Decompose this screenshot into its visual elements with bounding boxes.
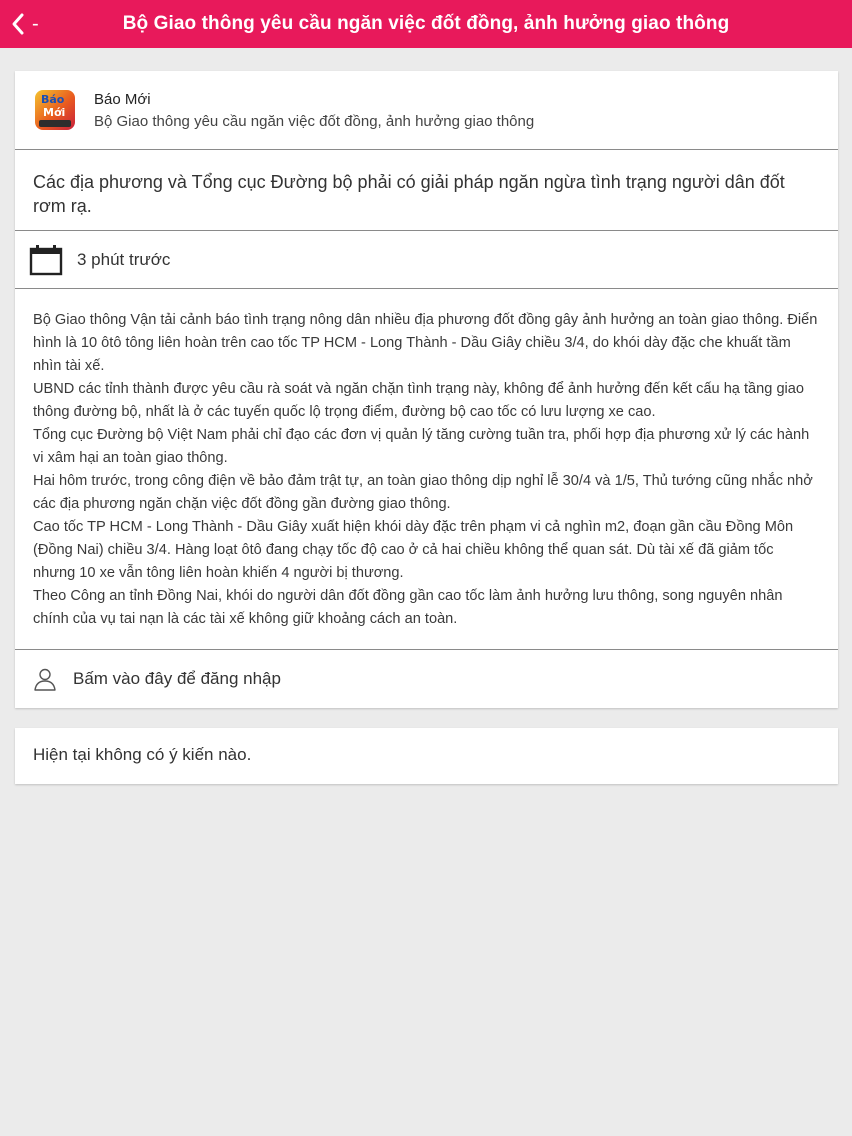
login-button[interactable]: Bấm vào đây để đăng nhập <box>15 650 838 708</box>
logo-line-2: Mới <box>43 106 66 119</box>
user-icon <box>33 667 57 691</box>
back-button[interactable]: - <box>10 8 39 40</box>
article-body: Bộ Giao thông Vận tải cảnh báo tình trạn… <box>15 289 838 650</box>
paragraph: Tổng cục Đường bộ Việt Nam phải chỉ đạo … <box>33 427 810 466</box>
paragraph: Hai hôm trước, trong công điện về bảo đả… <box>33 473 813 512</box>
no-comments-text: Hiện tại không có ý kiến nào. <box>33 745 252 764</box>
paragraph: Bộ Giao thông Vận tải cảnh báo tình trạn… <box>33 312 818 374</box>
time-row: 3 phút trước <box>15 231 838 289</box>
source-row[interactable]: Báo Mới Báo Mới Bộ Giao thông yêu cầu ng… <box>15 71 838 150</box>
comments-card: Hiện tại không có ý kiến nào. <box>15 728 838 784</box>
logo-line-1: Báo <box>41 93 65 106</box>
source-headline: Bộ Giao thông yêu cầu ngăn việc đốt đồng… <box>94 112 535 130</box>
calendar-icon <box>29 244 63 276</box>
bao-moi-logo: Báo Mới <box>35 90 75 130</box>
paragraph: Theo Công an tỉnh Đồng Nai, khói do ngườ… <box>33 588 783 627</box>
top-bar: - Bộ Giao thông yêu cầu ngăn việc đốt đồ… <box>0 0 852 48</box>
paragraph: Cao tốc TP HCM - Long Thành - Dầu Giây x… <box>33 519 794 581</box>
back-suffix: - <box>32 13 39 35</box>
article-card: Báo Mới Báo Mới Bộ Giao thông yêu cầu ng… <box>15 71 838 708</box>
chevron-left-icon <box>10 12 26 36</box>
time-ago: 3 phút trước <box>77 249 171 269</box>
article-summary: Các địa phương và Tổng cục Đường bộ phải… <box>15 150 838 231</box>
page-title: Bộ Giao thông yêu cầu ngăn việc đốt đồng… <box>122 13 730 34</box>
paragraph: UBND các tỉnh thành được yêu cầu rà soát… <box>33 381 805 420</box>
source-name: Báo Mới <box>94 90 151 108</box>
login-label: Bấm vào đây để đăng nhập <box>73 669 281 688</box>
